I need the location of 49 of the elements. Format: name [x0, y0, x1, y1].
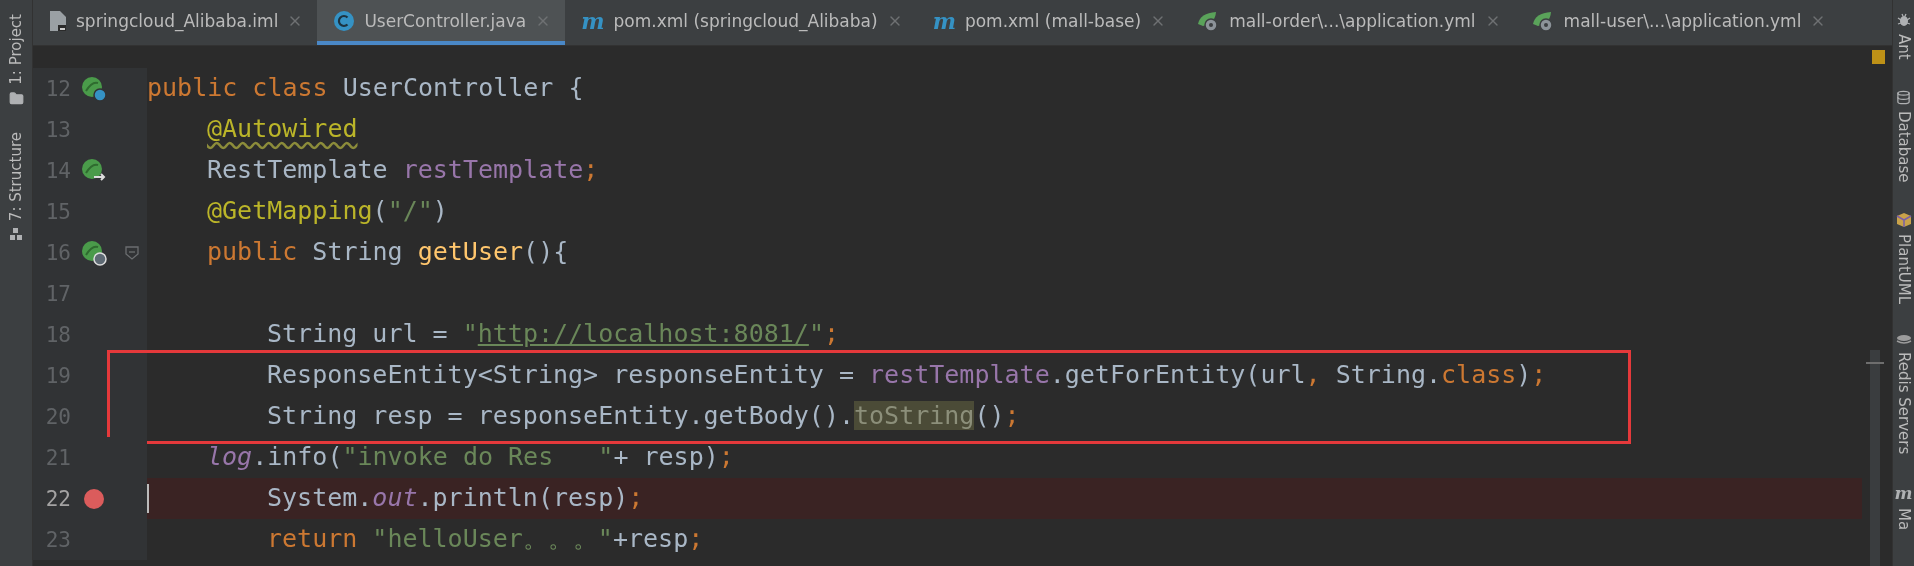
- scrollbar-thumb[interactable]: [1870, 350, 1880, 566]
- tool-window-tab[interactable]: 7: Structure: [7, 131, 25, 221]
- folder-icon: [8, 90, 24, 106]
- bean-class-icon[interactable]: [81, 75, 107, 102]
- code-line: ResponseEntity<String> responseEntity = restTemplate.getForEntity(url, String.class);: [267, 359, 1547, 392]
- maven-icon: m: [581, 9, 605, 32]
- code-line: public class UserController {: [147, 72, 584, 105]
- breakpoint-icon[interactable]: [83, 487, 105, 510]
- editor-tab[interactable]: springcloud_Alibaba.iml: [33, 0, 318, 45]
- tool-window-tab[interactable]: Ma: [1894, 507, 1913, 530]
- code-line: String url = "http://localhost:8081/";: [267, 318, 839, 351]
- tool-window-tab[interactable]: Redis Servers: [1894, 352, 1913, 455]
- tool-window-tab[interactable]: PlantUML: [1894, 234, 1913, 305]
- maven-icon: m: [932, 9, 956, 32]
- code-line: return "helloUser。。。"+resp;: [267, 523, 704, 556]
- tab-label: springcloud_Alibaba.iml: [76, 10, 279, 31]
- maven-icon: m: [1894, 484, 1913, 502]
- code-line: System.out.println(resp);: [267, 482, 644, 515]
- code-line: public String getUser(){: [207, 236, 569, 269]
- tool-window-tab[interactable]: Ant: [1894, 34, 1913, 60]
- warning-marker[interactable]: [1872, 50, 1885, 64]
- tab-label: mall-order\...\application.yml: [1229, 10, 1476, 31]
- file-icon: [49, 9, 67, 32]
- code-line: String resp = responseEntity.getBody().toString();: [267, 400, 1020, 433]
- code-line: RestTemplate restTemplate;: [207, 154, 599, 187]
- editor-tab[interactable]: m pom.xml (mall-base): [916, 0, 1181, 45]
- structure-icon: [9, 226, 23, 241]
- code-line: @GetMapping("/"): [207, 195, 448, 228]
- bean-globe-icon[interactable]: [81, 239, 107, 266]
- editor-tab[interactable]: mall-user\...\application.yml: [1514, 0, 1841, 45]
- tab-label: mall-user\...\application.yml: [1563, 10, 1802, 31]
- database-icon: [1896, 89, 1911, 105]
- code-line: log.info("invoke do Res "+ resp);: [207, 441, 734, 474]
- fold-icon[interactable]: [125, 245, 139, 260]
- cube-icon: [1895, 212, 1912, 229]
- editor-tab[interactable]: mall-order\...\application.yml: [1180, 0, 1515, 45]
- line-number: 22: [44, 486, 71, 511]
- class-icon: [333, 9, 356, 32]
- editor-tab[interactable]: m pom.xml (springcloud_Alibaba): [565, 0, 917, 45]
- code-line: @Autowired: [207, 113, 358, 146]
- tab-label: pom.xml (springcloud_Alibaba): [613, 10, 878, 31]
- editor-tab[interactable]: UserController.java: [317, 0, 566, 45]
- tab-label: UserController.java: [364, 10, 527, 31]
- leaf-gear-icon: [1530, 9, 1555, 32]
- tool-window-tab[interactable]: 1: Project: [7, 14, 25, 85]
- tab-label: pom.xml (mall-base): [964, 10, 1142, 31]
- tool-window-tab[interactable]: Database: [1894, 110, 1913, 183]
- redis-icon: [1895, 334, 1912, 347]
- bug-icon: [1896, 12, 1911, 28]
